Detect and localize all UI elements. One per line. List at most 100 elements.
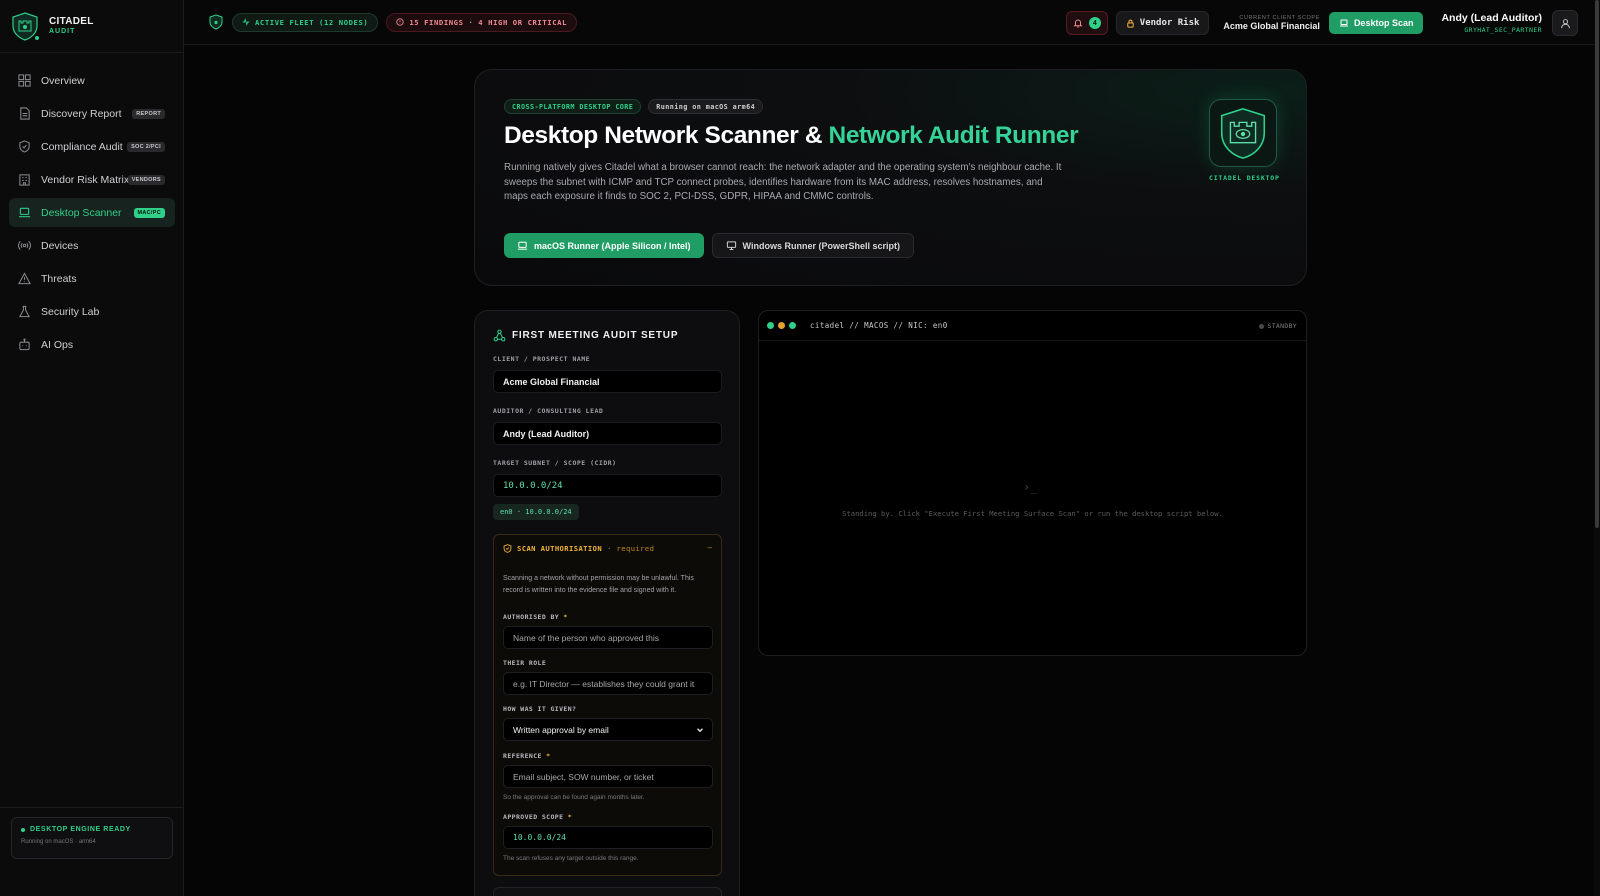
vendor-risk-label: Vendor Risk bbox=[1139, 18, 1200, 28]
hero-card: CROSS-PLATFORM DESKTOP CORE Running on m… bbox=[474, 69, 1307, 286]
scan-authorisation-header[interactable]: SCAN AUTHORISATION · required bbox=[503, 544, 654, 553]
authorised-by-input[interactable]: Name of the person who approved this bbox=[503, 626, 713, 649]
sidebar-item-overview[interactable]: Overview bbox=[9, 66, 175, 95]
radio-icon bbox=[18, 240, 31, 251]
scrollbar-thumb[interactable] bbox=[1595, 0, 1599, 528]
client-name-input[interactable]: Acme Global Financial bbox=[493, 370, 722, 393]
status-dot-icon bbox=[778, 322, 785, 329]
page-title: Desktop Network Scanner & Network Audit … bbox=[504, 122, 1079, 150]
user-info[interactable]: Andy (Lead Auditor) GRYHAT_SEC_PARTNER bbox=[1441, 12, 1542, 33]
network-icon bbox=[493, 329, 506, 342]
sidebar-item-label: Security Lab bbox=[41, 305, 100, 318]
avatar[interactable] bbox=[1552, 10, 1578, 36]
authorised-by-label: AUTHORISED BY * bbox=[503, 613, 568, 621]
bell-icon bbox=[1073, 19, 1083, 28]
sidebar-item-label: Compliance Audit bbox=[41, 140, 123, 153]
chevron-down-icon bbox=[697, 727, 703, 732]
pulse-icon bbox=[242, 18, 250, 26]
auditor-input[interactable]: Andy (Lead Auditor) bbox=[493, 422, 722, 445]
hero-description: Running natively gives Citadel what a br… bbox=[504, 162, 1062, 202]
approved-scope-input[interactable]: 10.0.0.0/24 bbox=[503, 826, 713, 849]
reference-help-text: So the approval can be found again month… bbox=[503, 794, 645, 801]
collapse-button[interactable]: – bbox=[708, 543, 712, 552]
findings-pill[interactable]: 15 FINDINGS · 4 HIGH OR CRITICAL bbox=[386, 12, 577, 32]
sidebar-item-badge: REPORT bbox=[132, 108, 165, 119]
audit-setup-title-text: FIRST MEETING AUDIT SETUP bbox=[512, 330, 679, 341]
approved-scope-label: APPROVED SCOPE * bbox=[503, 813, 573, 821]
castle-shield-icon bbox=[1209, 99, 1277, 167]
how-given-select[interactable]: Written approval by email bbox=[503, 718, 713, 741]
reference-label: REFERENCE * bbox=[503, 752, 551, 760]
terminal-titlebar: citadel // MACOS // NIC: en0 bbox=[759, 311, 1306, 341]
reference-input[interactable]: Email subject, SOW number, or ticket bbox=[503, 765, 713, 788]
brand[interactable]: CITADEL AUDIT bbox=[0, 0, 183, 53]
sidebar-item-label: Threats bbox=[41, 272, 77, 285]
document-icon bbox=[20, 107, 30, 120]
sidebar-item-badge: VENDORS bbox=[127, 174, 165, 185]
sidebar-item-label: Devices bbox=[41, 239, 79, 252]
terminal-panel: citadel // MACOS // NIC: en0 STANDBY ›_ … bbox=[758, 310, 1307, 656]
notifications-button[interactable]: 4 bbox=[1065, 11, 1108, 35]
user-role: GRYHAT_SEC_PARTNER bbox=[1464, 25, 1542, 34]
bot-icon bbox=[19, 338, 30, 351]
citadel-desktop-logo: CITADEL DESKTOP bbox=[1209, 99, 1280, 182]
scan-authorisation-title: SCAN AUTHORISATION bbox=[517, 544, 603, 553]
engine-status-sub: Running on macOS · arm64 bbox=[21, 839, 96, 845]
terminal-status-badge: STANDBY bbox=[1259, 322, 1298, 330]
user-name: Andy (Lead Auditor) bbox=[1441, 12, 1542, 25]
sidebar-item-label: AI Ops bbox=[41, 338, 74, 351]
sidebar-nav: Overview Discovery Report REPORT Complia… bbox=[0, 53, 183, 359]
target-subnet-input[interactable]: 10.0.0.0/24 bbox=[493, 474, 722, 497]
sidebar-item-discovery-report[interactable]: Discovery Report REPORT bbox=[9, 99, 175, 128]
notification-count: 4 bbox=[1088, 17, 1101, 29]
macos-runner-button[interactable]: macOS Runner (Apple Silicon / Intel) bbox=[504, 233, 704, 258]
sidebar-item-label: Vendor Risk Matrix bbox=[41, 173, 130, 186]
active-fleet-label: ACTIVE FLEET (12 NODES) bbox=[255, 17, 369, 27]
page-title-main: Desktop Network Scanner & bbox=[504, 122, 829, 149]
alert-circle-icon bbox=[396, 18, 404, 26]
citadel-desktop-label: CITADEL DESKTOP bbox=[1209, 174, 1280, 182]
sidebar-item-security-lab[interactable]: Security Lab bbox=[9, 297, 175, 326]
sidebar-item-compliance-audit[interactable]: Compliance Audit SOC 2/PCI bbox=[9, 132, 175, 161]
laptop-icon bbox=[1339, 19, 1348, 27]
page-title-accent: Network Audit Runner bbox=[828, 122, 1079, 149]
warning-icon bbox=[18, 272, 31, 285]
desktop-scan-button[interactable]: Desktop Scan bbox=[1328, 12, 1424, 34]
hero-tags: CROSS-PLATFORM DESKTOP CORE Running on m… bbox=[504, 99, 770, 114]
sidebar-item-desktop-scanner[interactable]: Desktop Scanner MAC/PC bbox=[9, 198, 175, 227]
status-dot-icon bbox=[789, 322, 796, 329]
target-subnet-label: TARGET SUBNET / SCOPE (CIDR) bbox=[493, 459, 617, 467]
shield-icon bbox=[19, 140, 30, 153]
authorisation-description: Scanning a network without permission ma… bbox=[503, 575, 694, 594]
sidebar-item-badge: MAC/PC bbox=[133, 207, 165, 218]
citadel-logo-icon bbox=[10, 11, 40, 41]
laptop-icon bbox=[517, 241, 528, 250]
their-role-input[interactable]: e.g. IT Director — establishes they coul… bbox=[503, 672, 713, 695]
sidebar-item-label: Desktop Scanner bbox=[41, 206, 122, 219]
nic-subnet-chip[interactable]: en0 · 10.0.0.0/24 bbox=[493, 504, 579, 520]
engine-status-title: DESKTOP ENGINE READY bbox=[21, 826, 163, 833]
client-scope-value: Acme Global Financial bbox=[1223, 20, 1320, 31]
their-role-label: THEIR ROLE bbox=[503, 659, 547, 667]
sidebar-item-ai-ops[interactable]: AI Ops bbox=[9, 330, 175, 359]
sidebar-item-vendor-risk-matrix[interactable]: Vendor Risk Matrix VENDORS bbox=[9, 165, 175, 194]
windows-runner-button[interactable]: Windows Runner (PowerShell script) bbox=[711, 233, 914, 258]
user-icon bbox=[1560, 18, 1570, 28]
sidebar-item-devices[interactable]: Devices bbox=[9, 231, 175, 260]
how-given-label: HOW WAS IT GIVEN? bbox=[503, 705, 577, 713]
sidebar-item-label: Discovery Report bbox=[41, 107, 122, 120]
client-scope[interactable]: CURRENT CLIENT SCOPE Acme Global Financi… bbox=[1223, 15, 1320, 32]
engine-status-card: DESKTOP ENGINE READY Running on macOS · … bbox=[11, 817, 173, 859]
approved-scope-help-text: The scan refuses any target outside this… bbox=[503, 855, 639, 862]
topbar-actions: 4 Vendor Risk CURRENT CLIENT SCOPE Acme … bbox=[1065, 10, 1578, 36]
shield-logo-icon[interactable] bbox=[208, 14, 224, 30]
active-fleet-pill[interactable]: ACTIVE FLEET (12 NODES) bbox=[232, 12, 379, 32]
next-section-panel bbox=[493, 887, 722, 896]
sidebar-item-threats[interactable]: Threats bbox=[9, 264, 175, 293]
building-icon bbox=[19, 174, 30, 186]
findings-label: 15 FINDINGS · 4 HIGH OR CRITICAL bbox=[409, 17, 567, 27]
terminal-title: citadel // MACOS // NIC: en0 bbox=[810, 321, 948, 330]
page-scrollbar[interactable] bbox=[1594, 0, 1600, 896]
vendor-risk-button[interactable]: Vendor Risk bbox=[1115, 11, 1210, 35]
desktop-scan-label: Desktop Scan bbox=[1353, 18, 1414, 28]
